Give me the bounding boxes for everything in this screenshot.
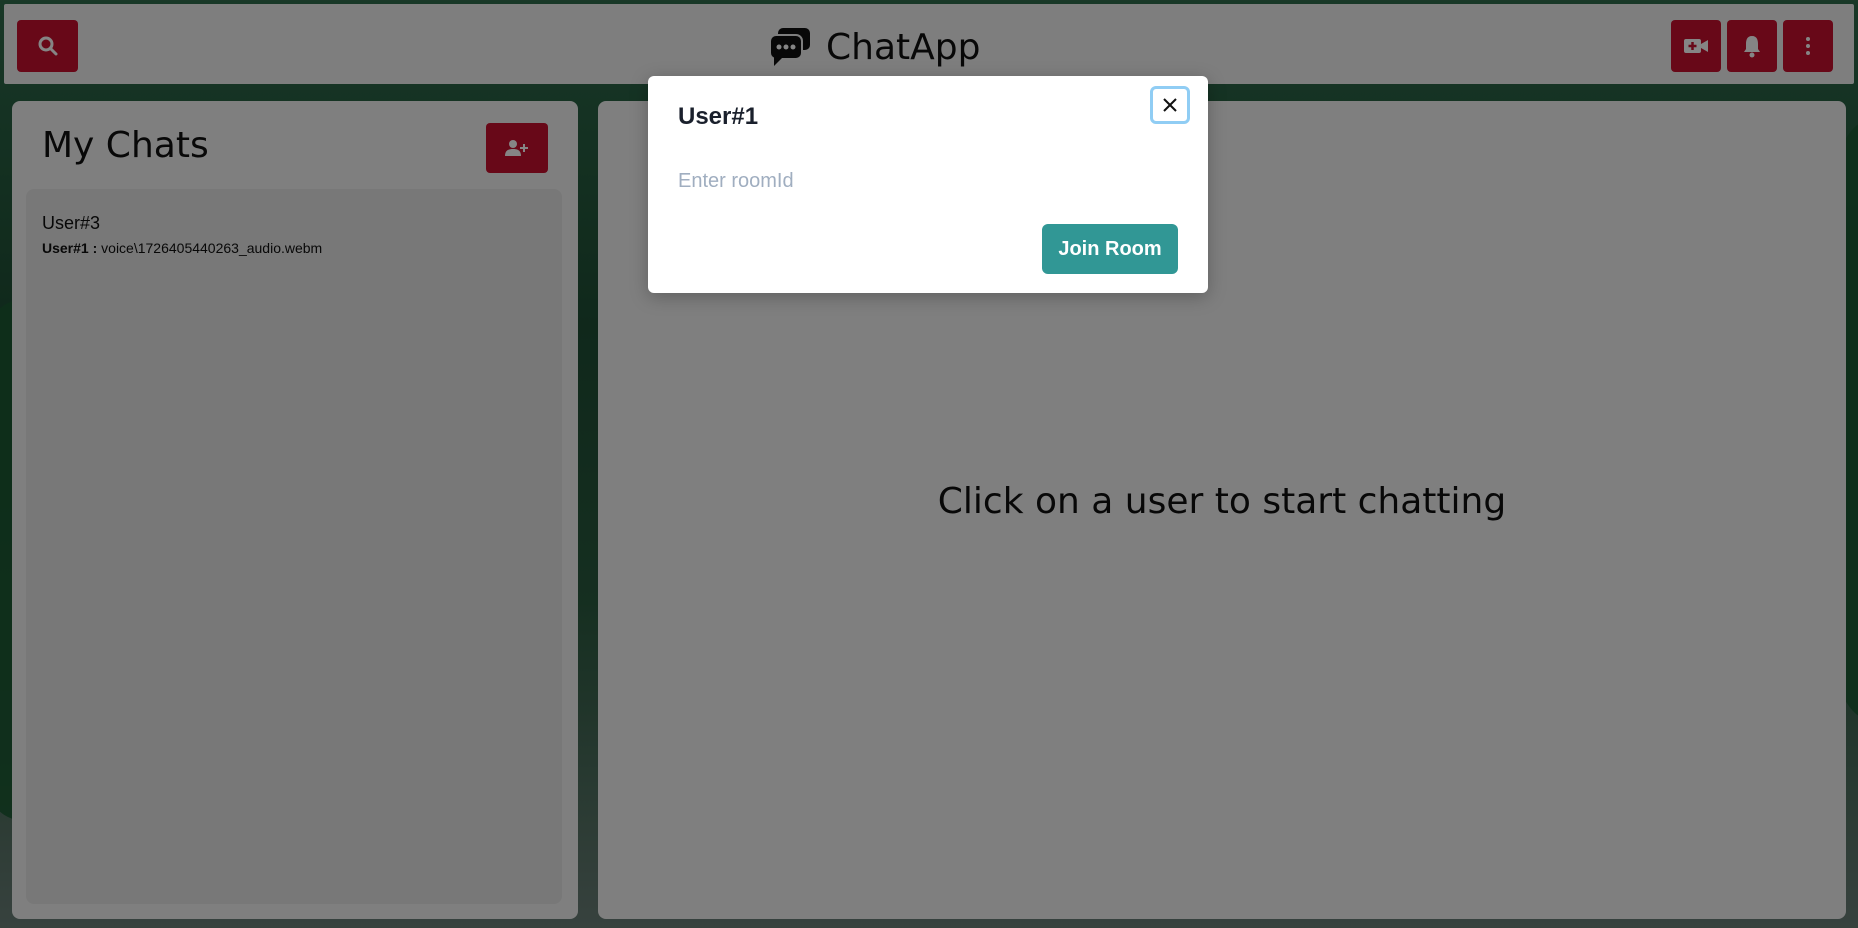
modal-title: User#1 — [678, 103, 759, 130]
room-id-input[interactable] — [678, 164, 1158, 198]
join-room-modal: User#1 Join Room — [648, 76, 1208, 293]
close-icon — [1163, 98, 1177, 112]
close-button[interactable] — [1150, 86, 1190, 124]
join-room-button[interactable]: Join Room — [1042, 224, 1178, 274]
